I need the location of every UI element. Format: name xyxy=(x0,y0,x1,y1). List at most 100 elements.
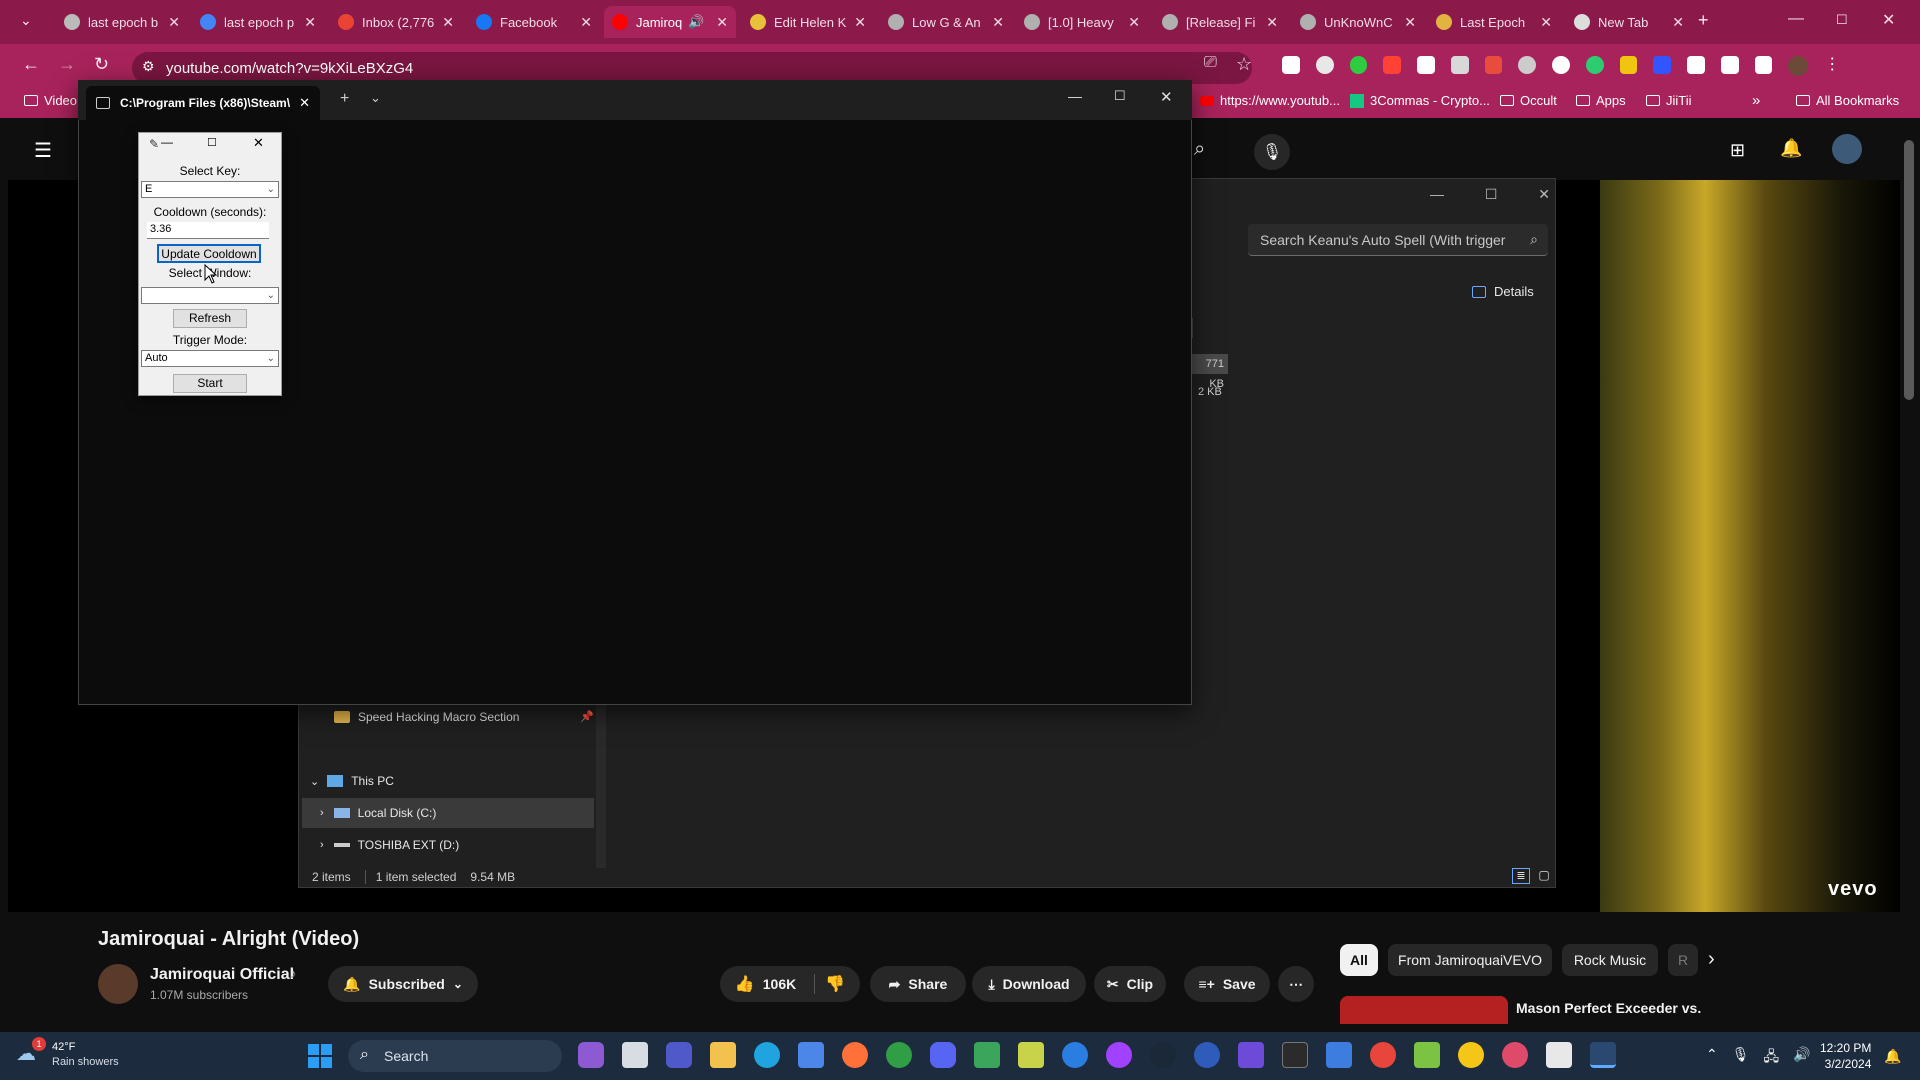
site-info-icon[interactable]: ⚙ xyxy=(142,58,155,75)
maximize-icon[interactable]: ☐ xyxy=(207,136,217,149)
extension-icon[interactable] xyxy=(1417,56,1435,74)
close-tab-icon[interactable]: ✕ xyxy=(854,14,866,31)
bookmark-item[interactable]: https://www.youtub... xyxy=(1200,93,1340,108)
close-tab-icon[interactable]: ✕ xyxy=(716,14,728,31)
extension-icon[interactable] xyxy=(1282,56,1300,74)
close-tab-icon[interactable]: ✕ xyxy=(1672,14,1684,31)
profile-avatar[interactable] xyxy=(1788,56,1809,76)
browser-tab[interactable]: last epoch p ✕ xyxy=(192,6,324,38)
more-bookmarks-icon[interactable]: » xyxy=(1752,92,1760,109)
app-icon[interactable] xyxy=(1238,1042,1264,1068)
extension-icon[interactable] xyxy=(1349,56,1368,74)
nav-local-disk[interactable]: › Local Disk (C:) xyxy=(320,806,436,820)
close-tab-icon[interactable]: ✕ xyxy=(1404,14,1416,31)
maximize-icon[interactable]: ☐ xyxy=(1836,12,1848,28)
browser-tab[interactable]: UnKnoWnC ✕ xyxy=(1292,6,1424,38)
extension-icon[interactable] xyxy=(1484,56,1503,74)
app-icon[interactable] xyxy=(1546,1042,1572,1068)
chip-truncated[interactable]: R xyxy=(1668,944,1698,976)
reload-icon[interactable]: ↻ xyxy=(94,54,109,75)
extension-icon[interactable] xyxy=(1552,56,1570,74)
like-icon[interactable]: 👍 xyxy=(735,974,755,994)
update-cooldown-button[interactable]: Update Cooldown xyxy=(157,244,261,263)
file-explorer-icon[interactable] xyxy=(710,1042,736,1068)
share-button[interactable]: ➦ Share xyxy=(870,966,966,1002)
bookmark-item[interactable]: Apps xyxy=(1576,93,1626,108)
app-icon[interactable] xyxy=(1414,1042,1440,1068)
channel-avatar[interactable] xyxy=(98,964,138,1004)
tab-audio-icon[interactable]: 🔊 xyxy=(688,14,704,30)
weather-widget[interactable]: ☁ 1 42°F Rain showers xyxy=(16,1037,119,1070)
terminal-tab[interactable]: C:\Program Files (x86)\Steam\ ✕ xyxy=(86,86,320,120)
new-tab-icon[interactable]: + xyxy=(340,90,349,108)
close-icon[interactable]: ✕ xyxy=(1160,88,1173,106)
tiles-view-icon[interactable]: ▢ xyxy=(1536,868,1552,884)
bookmark-item[interactable]: 3Commas - Crypto... xyxy=(1350,93,1490,108)
app-icon[interactable] xyxy=(1458,1042,1484,1068)
chevron-right-icon[interactable]: › xyxy=(1708,948,1715,971)
close-tab-icon[interactable]: ✕ xyxy=(442,14,454,31)
nav-scrollbar[interactable] xyxy=(596,700,606,868)
app-icon[interactable] xyxy=(1326,1042,1352,1068)
mic-icon[interactable]: 🎙 xyxy=(1732,1046,1750,1070)
browser-tab[interactable]: Edit Helen K ✕ xyxy=(742,6,874,38)
like-count[interactable]: 106K xyxy=(763,976,796,992)
chrome-profile-icon[interactable] xyxy=(1502,1042,1528,1068)
trigger-mode-dropdown[interactable]: Auto ⌄ xyxy=(141,350,279,367)
extension-icon[interactable] xyxy=(1315,56,1334,74)
select-window-dropdown[interactable]: ⌄ xyxy=(141,287,279,304)
app-icon[interactable] xyxy=(1062,1042,1088,1068)
close-tab-icon[interactable]: ✕ xyxy=(580,14,592,31)
forward-icon[interactable]: → xyxy=(58,54,76,75)
install-app-icon[interactable]: ⎚ xyxy=(1204,54,1217,72)
app-icon[interactable] xyxy=(1194,1042,1220,1068)
recommended-title[interactable]: Mason Perfect Exceeder vs. xyxy=(1516,1000,1701,1016)
tab-search-icon[interactable]: ⌄ xyxy=(20,12,32,29)
page-scrollbar[interactable] xyxy=(1904,140,1914,400)
discord-icon[interactable] xyxy=(930,1042,956,1068)
nav-toshiba-drive[interactable]: › TOSHIBA EXT (D:) xyxy=(320,838,459,852)
new-tab-icon[interactable]: + xyxy=(1698,10,1709,31)
network-icon[interactable]: 🖧 xyxy=(1764,1046,1780,1070)
store-icon[interactable] xyxy=(798,1042,824,1068)
clip-button[interactable]: ✂ Clip xyxy=(1094,966,1166,1002)
browser-tab[interactable]: Inbox (2,776 ✕ xyxy=(330,6,462,38)
chevron-down-icon[interactable]: ⌄ xyxy=(370,90,381,106)
back-icon[interactable]: ← xyxy=(22,54,40,75)
kebab-menu-icon[interactable]: ⋮ xyxy=(1824,56,1842,74)
extension-icon[interactable] xyxy=(1450,56,1469,74)
notification-bell-icon[interactable]: 🔔 xyxy=(1884,1048,1901,1065)
task-view-icon[interactable] xyxy=(622,1042,648,1068)
messenger-icon[interactable] xyxy=(1106,1042,1132,1068)
mic-icon[interactable]: 🎙 xyxy=(1254,134,1290,170)
terminal-icon[interactable] xyxy=(1282,1042,1308,1068)
extension-icon[interactable] xyxy=(1619,56,1638,74)
extension-icon[interactable] xyxy=(1383,56,1402,74)
close-icon[interactable]: ✕ xyxy=(1538,186,1550,206)
browser-tab[interactable]: Last Epoch ✕ xyxy=(1428,6,1560,38)
close-tab-icon[interactable]: ✕ xyxy=(1266,14,1278,31)
bell-icon[interactable]: 🔔 xyxy=(1780,138,1802,159)
user-avatar[interactable] xyxy=(1832,134,1862,164)
close-tab-icon[interactable]: ✕ xyxy=(299,95,310,111)
extension-icon[interactable] xyxy=(1653,56,1672,74)
clock[interactable]: 12:20 PM 3/2/2024 xyxy=(1820,1040,1871,1072)
create-video-icon[interactable]: ⊞ xyxy=(1730,140,1745,161)
browser-tab[interactable]: Facebook ✕ xyxy=(468,6,600,38)
chip-rock-music[interactable]: Rock Music xyxy=(1562,944,1658,976)
teams-icon[interactable] xyxy=(666,1042,692,1068)
taskbar-search-box[interactable]: ⌕ Search xyxy=(348,1040,562,1072)
details-view-icon[interactable]: ≣ xyxy=(1512,868,1530,884)
browser-tab[interactable]: [Release] Fi ✕ xyxy=(1154,6,1286,38)
extension-icon[interactable] xyxy=(1585,56,1604,74)
refresh-button[interactable]: Refresh xyxy=(173,309,247,328)
browser-tab[interactable]: New Tab ✕ xyxy=(1566,6,1692,38)
browser-tab[interactable]: Jamiroq 🔊 ✕ xyxy=(604,6,736,38)
select-key-dropdown[interactable]: E ⌄ xyxy=(141,181,279,198)
puzzle-icon[interactable] xyxy=(1687,56,1705,74)
app-icon[interactable] xyxy=(1018,1042,1044,1068)
channel-name[interactable]: Jamiroquai Official xyxy=(150,966,294,984)
all-bookmarks[interactable]: All Bookmarks xyxy=(1796,93,1899,108)
subscribed-button[interactable]: 🔔 Subscribed ⌄ xyxy=(328,966,478,1002)
chip-all[interactable]: All xyxy=(1340,944,1378,976)
